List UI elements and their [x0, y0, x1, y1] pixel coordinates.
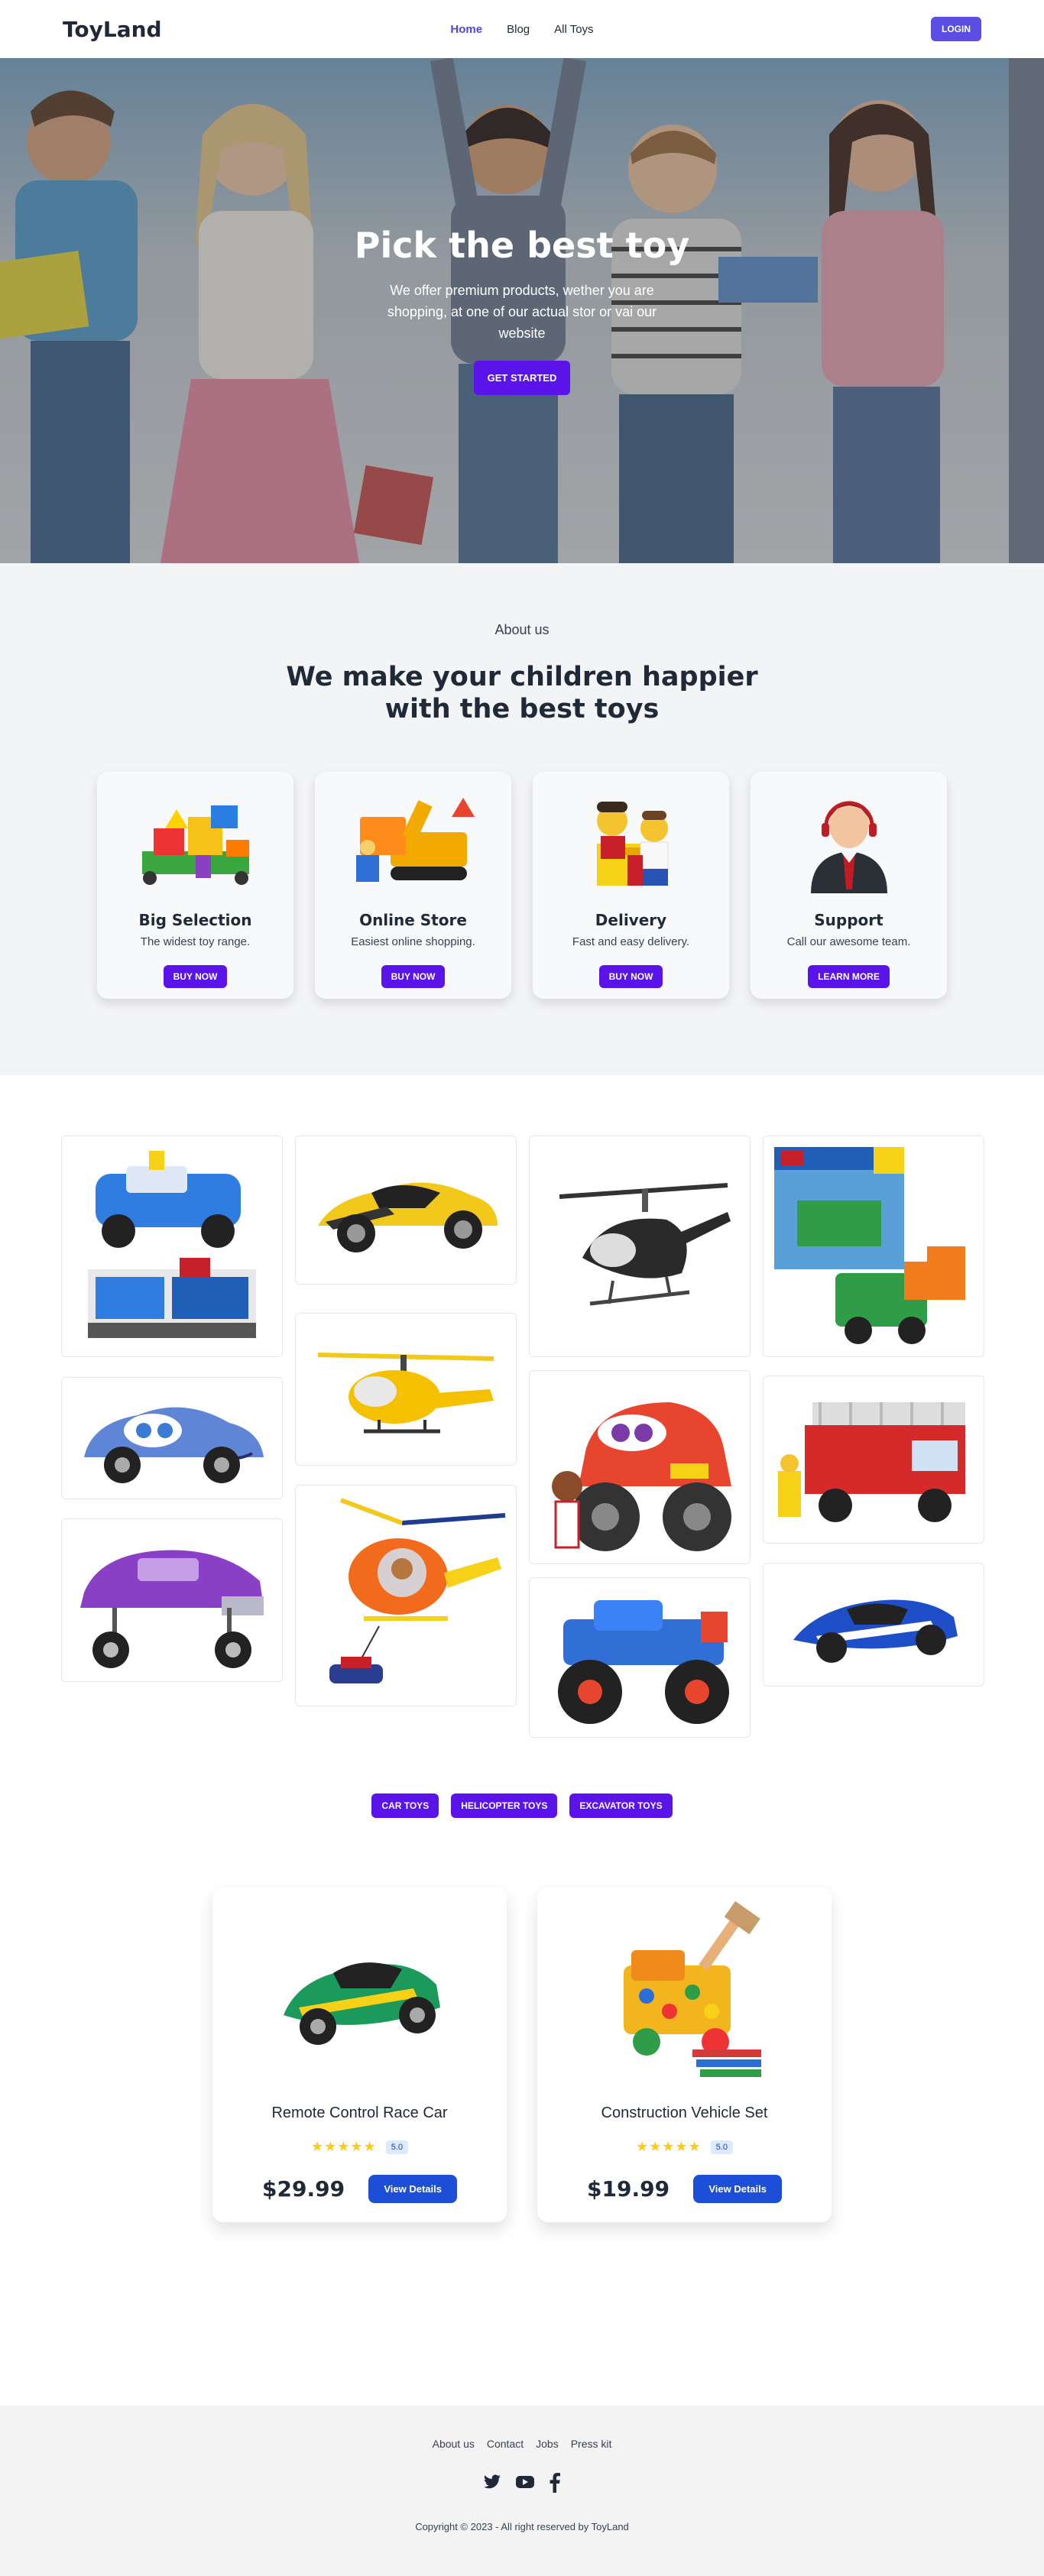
product-card: Remote Control Race Car ★★★★★ 5.0 $29.99… — [212, 1887, 507, 2222]
construction-toys-icon — [315, 786, 511, 894]
learn-more-button[interactable]: LEARN MORE — [808, 965, 890, 988]
footer-link-contact[interactable]: Contact — [487, 2438, 524, 2450]
toy-playset-icon — [97, 786, 293, 894]
rating-badge: 5.0 — [710, 2140, 733, 2154]
view-details-button[interactable]: View Details — [368, 2175, 457, 2203]
about-section: About us We make your children happier w… — [0, 563, 1044, 1075]
main-nav: Home Blog All Toys — [450, 23, 593, 36]
about-title-line2: with the best toys — [384, 694, 660, 724]
facebook-icon[interactable] — [549, 2473, 561, 2497]
nav-link-home[interactable]: Home — [450, 23, 482, 36]
lego-figures-icon — [533, 786, 729, 894]
card-description: Call our awesome team. — [786, 935, 911, 948]
product-name[interactable]: Construction Vehicle Set — [537, 2105, 832, 2122]
copyright-text: Copyright © 2023 - All right reserved by… — [415, 2521, 629, 2532]
card-title: Online Store — [359, 911, 467, 929]
support-agent-icon — [751, 786, 947, 894]
feature-card-delivery: Delivery Fast and easy delivery. BUY NOW — [533, 772, 729, 999]
card-description: The widest toy range. — [140, 935, 251, 948]
about-kicker: About us — [494, 622, 550, 637]
tab-helicopter-toys[interactable]: HELICOPTER TOYS — [451, 1793, 558, 1818]
tab-car-toys[interactable]: CAR TOYS — [371, 1793, 439, 1818]
gallery-item-black-helicopter[interactable] — [529, 1136, 751, 1357]
site-logo[interactable]: ToyLand — [63, 17, 162, 42]
footer-link-press-kit[interactable]: Press kit — [571, 2438, 612, 2450]
card-title: Support — [814, 911, 884, 929]
hero-banner: Pick the best toy We offer premium produ… — [0, 58, 1044, 563]
card-title: Big Selection — [138, 911, 252, 929]
buy-now-button[interactable]: BUY NOW — [598, 965, 663, 988]
gallery-item-police-lego-set[interactable] — [61, 1136, 283, 1357]
footer-links: About us Contact Jobs Press kit — [0, 2438, 1044, 2450]
feature-card-big-selection: Big Selection The widest toy range. BUY … — [97, 772, 293, 999]
gallery-item-yellow-helicopter[interactable] — [295, 1313, 517, 1466]
product-rating: ★★★★★ 5.0 — [212, 2139, 507, 2155]
product-buy-row: $19.99 View Details — [537, 2175, 832, 2203]
product-price: $19.99 — [587, 2176, 670, 2202]
gallery-item-lego-creator-box[interactable] — [763, 1136, 984, 1357]
product-rating: ★★★★★ 5.0 — [537, 2139, 832, 2155]
nav-link-all-toys[interactable]: All Toys — [554, 23, 593, 36]
construction-set-image — [537, 1889, 832, 2095]
product-list: Remote Control Race Car ★★★★★ 5.0 $29.99… — [0, 1887, 1044, 2222]
get-started-button[interactable]: GET STARTED — [473, 361, 571, 395]
product-price: $29.99 — [262, 2176, 345, 2202]
toy-gallery — [0, 1075, 1044, 1763]
top-navbar: ToyLand Home Blog All Toys LOGIN — [0, 0, 1044, 58]
product-buy-row: $29.99 View Details — [212, 2175, 507, 2203]
category-tabs: CAR TOYS HELICOPTER TOYS EXCAVATOR TOYS — [0, 1793, 1044, 1818]
feature-card-online-store: Online Store Easiest online shopping. BU… — [315, 772, 511, 999]
feature-cards: Big Selection The widest toy range. BUY … — [0, 772, 1044, 999]
tab-excavator-toys[interactable]: EXCAVATOR TOYS — [569, 1793, 673, 1818]
card-description: Fast and easy delivery. — [572, 935, 690, 948]
gallery-item-yellow-sports-car[interactable] — [295, 1136, 517, 1285]
youtube-icon[interactable] — [515, 2473, 535, 2497]
gallery-item-blue-monster-truck[interactable] — [529, 1577, 751, 1738]
gallery-item-purple-lowrider-car[interactable] — [61, 1518, 283, 1682]
hero-content: Pick the best toy We offer premium produ… — [0, 225, 1044, 395]
card-title: Delivery — [595, 911, 667, 929]
buy-now-button[interactable]: BUY NOW — [163, 965, 228, 988]
product-card: Construction Vehicle Set ★★★★★ 5.0 $19.9… — [537, 1887, 832, 2222]
race-car-image — [212, 1889, 507, 2095]
gallery-item-blue-race-car[interactable] — [763, 1563, 984, 1687]
footer-link-jobs[interactable]: Jobs — [536, 2438, 559, 2450]
hero-subtitle: We offer premium products, wether you ar… — [387, 283, 657, 341]
buy-now-button[interactable]: BUY NOW — [381, 965, 446, 988]
star-rating-icon: ★★★★★ — [311, 2139, 377, 2154]
twitter-icon[interactable] — [483, 2473, 501, 2497]
gallery-item-blue-cartoon-car[interactable] — [61, 1377, 283, 1499]
about-title: We make your children happier with the b… — [0, 661, 1044, 725]
social-links — [0, 2473, 1044, 2497]
gallery-item-red-monster-truck[interactable] — [529, 1370, 751, 1564]
feature-card-support: Support Call our awesome team. LEARN MOR… — [751, 772, 947, 999]
view-details-button[interactable]: View Details — [693, 2175, 782, 2203]
gallery-item-fire-truck-lego[interactable] — [763, 1375, 984, 1544]
footer-link-about-us[interactable]: About us — [433, 2438, 475, 2450]
product-name[interactable]: Remote Control Race Car — [212, 2105, 507, 2122]
card-description: Easiest online shopping. — [351, 935, 475, 948]
site-footer: About us Contact Jobs Press kit Copyrigh… — [0, 2406, 1044, 2576]
gallery-item-orange-rescue-helicopter[interactable] — [295, 1485, 517, 1706]
star-rating-icon: ★★★★★ — [636, 2139, 702, 2154]
rating-badge: 5.0 — [385, 2140, 408, 2154]
login-button[interactable]: LOGIN — [931, 17, 981, 41]
hero-title: Pick the best toy — [354, 225, 690, 266]
nav-link-blog[interactable]: Blog — [507, 23, 530, 36]
about-title-line1: We make your children happier — [286, 662, 758, 692]
